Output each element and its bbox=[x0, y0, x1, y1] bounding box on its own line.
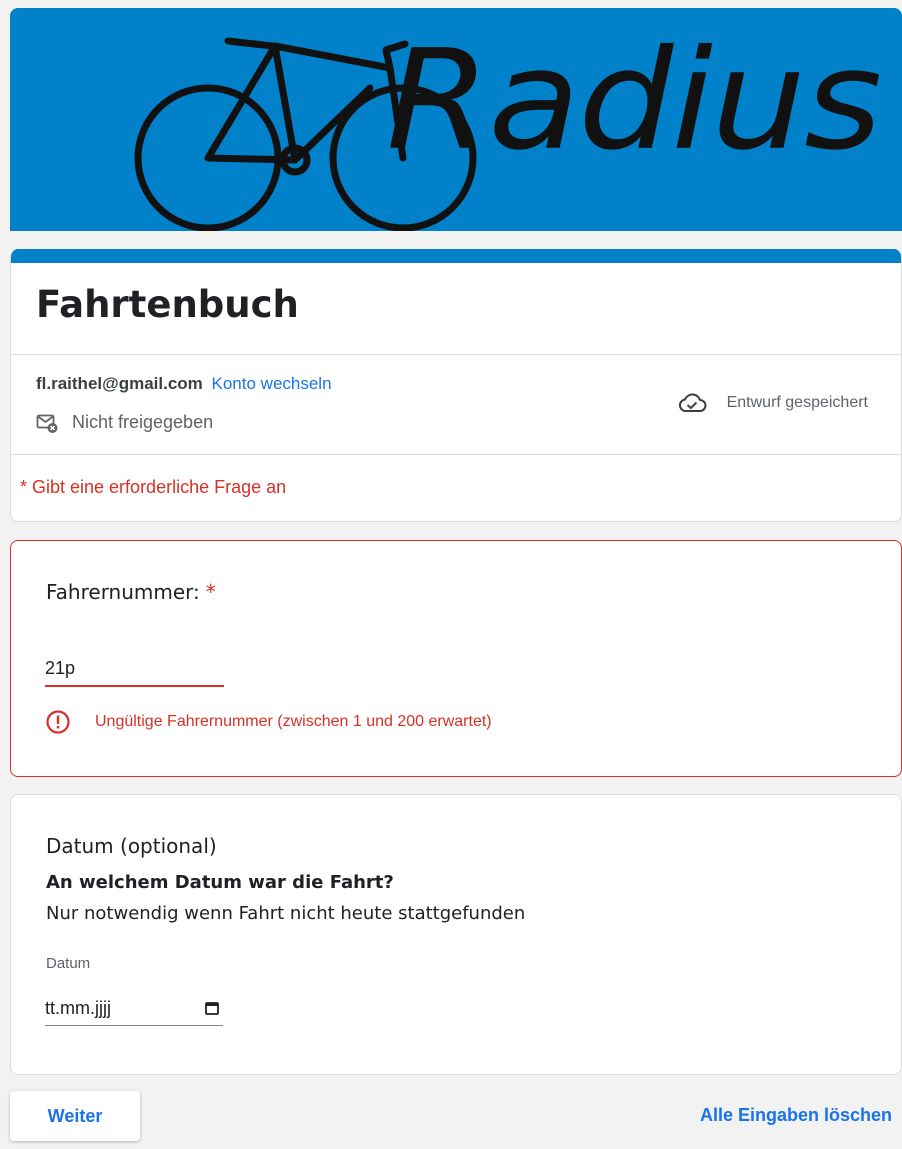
switch-account-link[interactable]: Konto wechseln bbox=[212, 374, 332, 393]
form-title: Fahrtenbuch bbox=[36, 283, 299, 326]
error-icon bbox=[46, 710, 70, 734]
calendar-icon[interactable] bbox=[205, 1001, 219, 1015]
question-description: Nur notwendig wenn Fahrt nicht heute sta… bbox=[46, 903, 526, 924]
header-banner: Radius bbox=[10, 8, 902, 231]
account-info: fl.raithel@gmail.com Konto wechseln bbox=[36, 374, 332, 394]
divider bbox=[11, 354, 901, 355]
date-field-caption: Datum bbox=[46, 955, 91, 972]
sharing-status-label: Nicht freigegeben bbox=[72, 412, 214, 432]
driver-number-input[interactable] bbox=[45, 651, 224, 687]
save-status-label: Entwurf gespeichert bbox=[726, 394, 868, 411]
required-marker: * bbox=[205, 580, 216, 604]
accent-bar bbox=[11, 249, 901, 263]
save-status: Entwurf gespeichert bbox=[677, 392, 868, 414]
logo-wordmark: Radius bbox=[386, 20, 882, 181]
account-email: fl.raithel@gmail.com bbox=[36, 374, 203, 393]
date-input[interactable]: tt.mm.jjjj bbox=[45, 992, 223, 1026]
validation-error-text: Ungültige Fahrernummer (zwischen 1 und 2… bbox=[95, 713, 492, 730]
divider bbox=[11, 454, 901, 455]
question-label-text: Fahrernummer: bbox=[46, 580, 200, 604]
validation-error: Ungültige Fahrernummer (zwischen 1 und 2… bbox=[45, 709, 492, 735]
clear-form-link[interactable]: Alle Eingaben löschen bbox=[700, 1105, 892, 1126]
sharing-status: Nicht freigegeben bbox=[36, 412, 213, 433]
next-button[interactable]: Weiter bbox=[10, 1091, 140, 1141]
cloud-check-icon bbox=[678, 393, 707, 412]
question-heading: An welchem Datum war die Fahrt? bbox=[46, 872, 394, 893]
question-label-date: Datum (optional) bbox=[46, 834, 217, 858]
question-label: Fahrernummer: * bbox=[46, 580, 216, 604]
required-note: * Gibt eine erforderliche Frage an bbox=[20, 477, 287, 497]
mail-off-icon bbox=[36, 414, 58, 433]
date-placeholder: tt.mm.jjjj bbox=[45, 998, 111, 1018]
